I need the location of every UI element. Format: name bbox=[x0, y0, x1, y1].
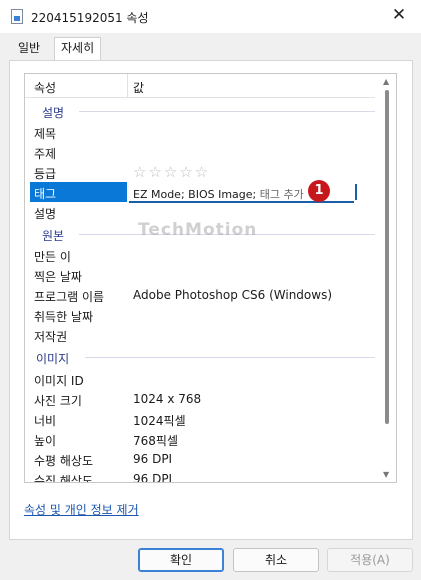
row-value: 1024픽셀 bbox=[133, 414, 186, 428]
row-vertical-resolution[interactable]: 수직 해상도 96 DPI bbox=[25, 469, 375, 483]
row-image-id[interactable]: 이미지 ID bbox=[25, 369, 375, 389]
row-label: 수평 해상도 bbox=[34, 454, 94, 468]
column-separator[interactable] bbox=[127, 74, 128, 98]
row-program-name[interactable]: 프로그램 이름 Adobe Photoshop CS6 (Windows) bbox=[25, 285, 375, 305]
row-label: 높이 bbox=[34, 434, 57, 448]
row-subject[interactable]: 주제 bbox=[25, 142, 375, 162]
tab-strip: 일반 자세히 bbox=[0, 33, 421, 61]
section-label: 설명 bbox=[42, 106, 65, 120]
tab-general[interactable]: 일반 bbox=[12, 39, 46, 60]
row-label: 사진 크기 bbox=[34, 394, 82, 408]
title-bar: 220415192051 속성 ✕ bbox=[0, 0, 421, 33]
column-header: 속성 값 bbox=[25, 74, 375, 98]
property-grid: 속성 값 설명 제목 주제 등급 ☆☆☆☆☆ 태그 EZ Mode; BIOS … bbox=[24, 73, 397, 483]
rating-stars-icon[interactable]: ☆☆☆☆☆ bbox=[133, 163, 210, 181]
row-label: 주제 bbox=[34, 147, 57, 161]
row-label: 취득한 날짜 bbox=[34, 310, 94, 324]
row-width[interactable]: 너비 1024픽셀 bbox=[25, 409, 375, 429]
row-comments[interactable]: 설명 bbox=[25, 202, 375, 222]
row-copyright[interactable]: 저작권 bbox=[25, 325, 375, 345]
scroll-up-icon[interactable]: ▲ bbox=[383, 77, 389, 86]
step-badge-one: 1 bbox=[308, 180, 330, 202]
section-image: 이미지 bbox=[25, 347, 375, 367]
column-property[interactable]: 속성 bbox=[34, 79, 56, 96]
row-date-acquired[interactable]: 취득한 날짜 bbox=[25, 305, 375, 325]
row-label: 수직 해상도 bbox=[34, 474, 94, 483]
row-label: 태그 bbox=[34, 187, 57, 201]
dialog-footer: 확인 취소 적용(A) bbox=[0, 540, 421, 580]
section-divider bbox=[85, 357, 375, 358]
tag-value: EZ Mode; BIOS Image; 태그 추가 bbox=[133, 186, 304, 202]
cancel-button[interactable]: 취소 bbox=[233, 548, 319, 572]
section-label: 원본 bbox=[42, 229, 65, 243]
row-label: 제목 bbox=[34, 127, 57, 141]
row-value: 96 DPI bbox=[133, 452, 173, 466]
row-dimensions[interactable]: 사진 크기 1024 x 768 bbox=[25, 389, 375, 409]
row-label: 등급 bbox=[34, 167, 57, 181]
section-label: 이미지 bbox=[36, 352, 70, 366]
row-value: 1024 x 768 bbox=[133, 392, 202, 406]
row-height[interactable]: 높이 768픽셀 bbox=[25, 429, 375, 449]
row-rating[interactable]: 등급 ☆☆☆☆☆ bbox=[25, 162, 375, 182]
section-description: 설명 bbox=[25, 101, 375, 121]
ok-button[interactable]: 확인 bbox=[138, 548, 224, 572]
watermark: TechMotion bbox=[138, 220, 258, 240]
window-title: 220415192051 속성 bbox=[31, 11, 149, 25]
row-value: 768픽셀 bbox=[133, 434, 178, 448]
row-horizontal-resolution[interactable]: 수평 해상도 96 DPI bbox=[25, 449, 375, 469]
close-icon[interactable]: ✕ bbox=[389, 5, 409, 25]
column-value[interactable]: 값 bbox=[133, 79, 144, 96]
row-label: 이미지 ID bbox=[34, 374, 84, 388]
scroll-thumb[interactable] bbox=[385, 90, 389, 424]
tab-details[interactable]: 자세히 bbox=[54, 37, 102, 61]
row-authors[interactable]: 만든 이 bbox=[25, 245, 375, 265]
row-label: 프로그램 이름 bbox=[34, 290, 105, 304]
row-date-taken[interactable]: 찍은 날짜 bbox=[25, 265, 375, 285]
row-label: 만든 이 bbox=[34, 250, 71, 264]
tag-placeholder: 태그 추가 bbox=[259, 188, 304, 201]
apply-button[interactable]: 적용(A) bbox=[327, 548, 413, 572]
row-value: 96 DPI bbox=[133, 472, 173, 483]
tag-value-text: EZ Mode; BIOS Image; bbox=[133, 188, 257, 201]
details-panel: 속성 값 설명 제목 주제 등급 ☆☆☆☆☆ 태그 EZ Mode; BIOS … bbox=[9, 60, 413, 540]
row-label: 저작권 bbox=[34, 330, 68, 344]
row-label: 너비 bbox=[34, 414, 57, 428]
text-caret bbox=[355, 184, 357, 200]
image-file-icon bbox=[11, 9, 23, 24]
section-divider bbox=[79, 111, 375, 112]
row-title[interactable]: 제목 bbox=[25, 122, 375, 142]
vertical-scrollbar[interactable]: ▲ ▼ bbox=[379, 74, 396, 482]
remove-properties-link[interactable]: 속성 및 개인 정보 제거 bbox=[24, 501, 139, 518]
scroll-down-icon[interactable]: ▼ bbox=[383, 470, 389, 479]
row-label: 찍은 날짜 bbox=[34, 270, 82, 284]
row-value: Adobe Photoshop CS6 (Windows) bbox=[133, 288, 333, 302]
row-label: 설명 bbox=[34, 207, 57, 221]
